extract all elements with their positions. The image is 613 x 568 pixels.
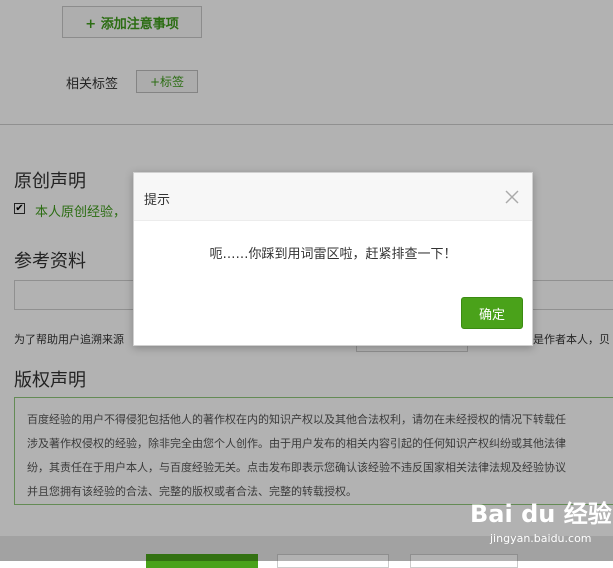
dialog-header: 提示: [134, 173, 532, 221]
close-icon[interactable]: [502, 187, 522, 207]
dialog-title: 提示: [144, 193, 171, 208]
watermark-url: jingyan.baidu.com: [490, 532, 592, 545]
alert-dialog: 提示 呃……你踩到用词雷区啦，赶紧排查一下！ 确定: [133, 172, 533, 346]
confirm-button[interactable]: 确定: [461, 297, 523, 329]
baidu-jingyan-watermark: Bai du 经验 jingyan.baidu.com: [470, 494, 612, 558]
watermark-logo: Bai du 经验: [470, 500, 612, 528]
dialog-message: 呃……你踩到用词雷区啦，赶紧排查一下！: [209, 247, 457, 262]
